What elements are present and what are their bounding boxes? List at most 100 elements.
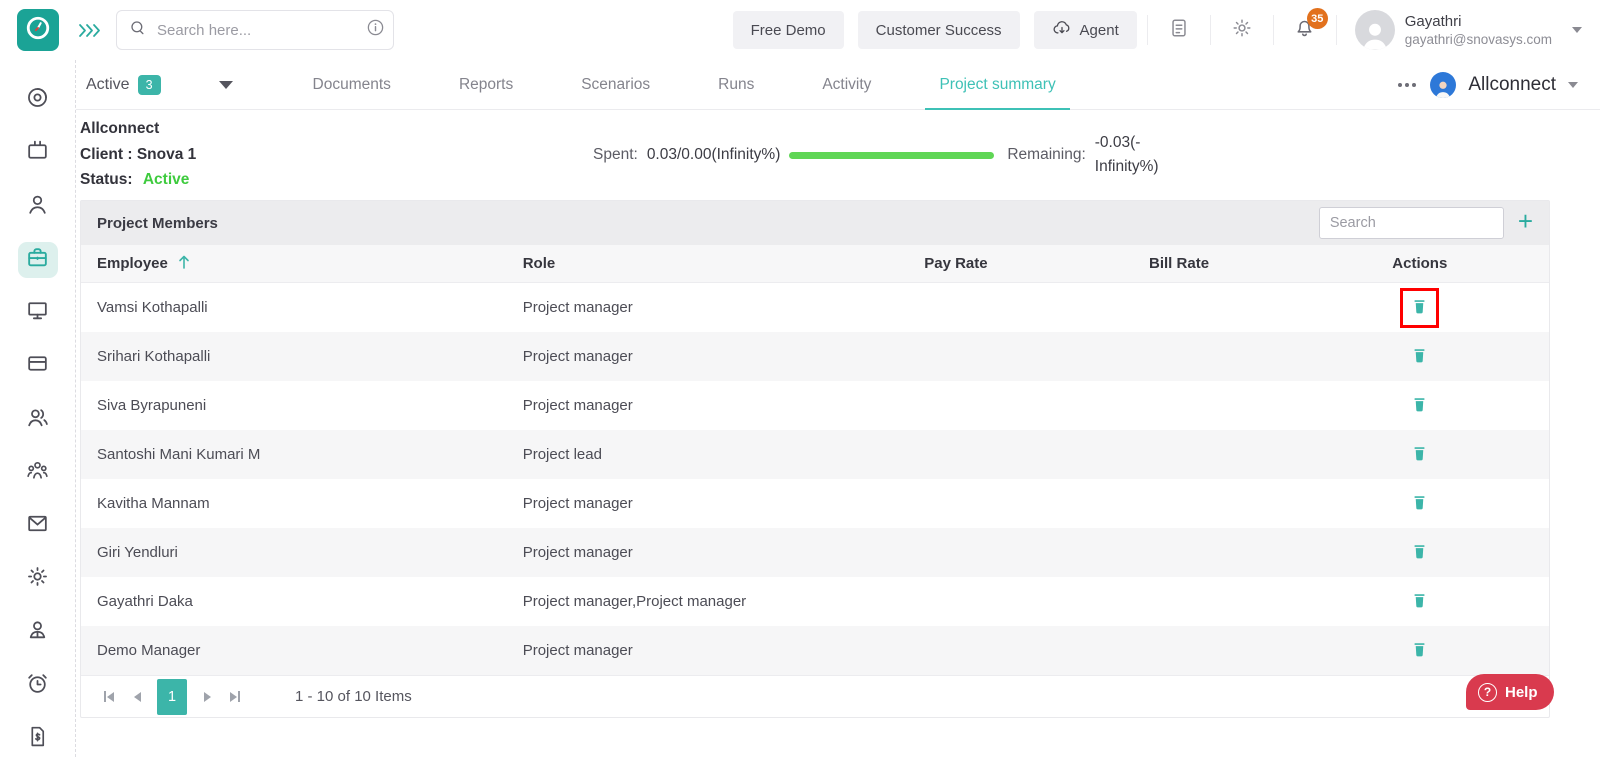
- members-table-header: Employee Role Pay Rate Bill Rate Actions: [81, 245, 1549, 283]
- next-page-icon: [204, 692, 211, 702]
- filter-label: Active: [86, 76, 130, 94]
- sidebar-item-billing[interactable]: [18, 348, 58, 384]
- notification-count-badge: 35: [1307, 8, 1328, 29]
- project-switcher-caret-icon: [1568, 82, 1578, 88]
- sidebar-item-settings[interactable]: [18, 561, 58, 597]
- settings-gear-icon: [25, 564, 50, 594]
- delete-member-button[interactable]: [1408, 392, 1431, 420]
- project-switcher[interactable]: Allconnect: [1468, 74, 1556, 96]
- more-options-icon[interactable]: [1396, 77, 1418, 93]
- user-menu[interactable]: Gayathri gayathri@snovasys.com: [1355, 10, 1582, 50]
- agent-label: Agent: [1080, 22, 1119, 39]
- monitor-icon: [25, 298, 50, 328]
- col-bill-rate: Bill Rate: [1067, 255, 1290, 272]
- table-row: Siva Byrapuneni Project manager: [81, 381, 1549, 430]
- sidebar-expand-icon[interactable]: [78, 23, 102, 38]
- sidebar-item-profile[interactable]: [18, 614, 58, 650]
- sort-ascending-icon[interactable]: [178, 255, 190, 273]
- help-button[interactable]: ? Help: [1466, 674, 1554, 710]
- sidebar-item-clients[interactable]: [18, 188, 58, 224]
- client-value: Snova 1: [137, 146, 196, 163]
- sidebar-item-invoices[interactable]: [18, 721, 58, 757]
- delete-member-button[interactable]: [1408, 294, 1431, 322]
- clock-logo-icon: [25, 15, 51, 46]
- members-table-body: Vamsi Kothapalli Project manager: [81, 283, 1549, 675]
- free-demo-button[interactable]: Free Demo: [733, 11, 844, 49]
- trash-icon: [1412, 592, 1427, 612]
- delete-member-button[interactable]: [1408, 343, 1431, 371]
- user-email: gayathri@snovasys.com: [1405, 32, 1552, 47]
- table-row: Santoshi Mani Kumari M Project lead: [81, 430, 1549, 479]
- cloud-download-icon: [1052, 19, 1072, 41]
- document-icon: [1168, 17, 1190, 44]
- global-search-input[interactable]: [157, 22, 356, 39]
- next-page-button[interactable]: [193, 681, 221, 713]
- active-projects-filter[interactable]: Active 3: [86, 75, 233, 95]
- page-number-button[interactable]: 1: [157, 679, 187, 715]
- sidebar-item-teams[interactable]: [18, 455, 58, 491]
- tab-project-summary[interactable]: Project summary: [905, 60, 1089, 109]
- tab-runs[interactable]: Runs: [684, 60, 788, 109]
- first-page-icon: [107, 692, 114, 702]
- notifications-button[interactable]: 35: [1284, 10, 1326, 50]
- help-label: Help: [1505, 684, 1538, 701]
- employee-role: Project manager,Project manager: [507, 593, 845, 610]
- tab-documents[interactable]: Documents: [279, 60, 425, 109]
- add-member-button[interactable]: +: [1518, 208, 1537, 238]
- employee-role: Project manager: [507, 495, 845, 512]
- employee-name: Siva Byrapuneni: [81, 397, 507, 414]
- previous-page-icon: [134, 692, 141, 702]
- first-page-button[interactable]: [95, 681, 123, 713]
- employee-name: Vamsi Kothapalli: [81, 299, 507, 316]
- col-employee: Employee: [97, 255, 168, 272]
- sidebar-item-projects[interactable]: [18, 242, 58, 278]
- global-search: [116, 10, 394, 50]
- trash-icon: [1412, 298, 1427, 318]
- sidebar-item-employees[interactable]: [18, 401, 58, 437]
- customer-success-button[interactable]: Customer Success: [858, 11, 1020, 49]
- delete-member-button[interactable]: [1408, 637, 1431, 665]
- credit-card-icon: [25, 351, 50, 381]
- tab-activity[interactable]: Activity: [788, 60, 905, 109]
- panel-title: Project Members: [97, 215, 218, 232]
- briefcase-icon: [25, 245, 50, 275]
- sidebar-item-time[interactable]: [18, 668, 58, 704]
- employee-name: Kavitha Mannam: [81, 495, 507, 512]
- agent-button[interactable]: Agent: [1034, 11, 1137, 49]
- last-page-button[interactable]: [221, 681, 249, 713]
- delete-member-button[interactable]: [1408, 490, 1431, 518]
- delete-member-button[interactable]: [1408, 441, 1431, 469]
- sidebar-item-workstation[interactable]: [18, 295, 58, 331]
- status-value: Active: [143, 171, 190, 188]
- app-page: Free Demo Customer Success Agent: [0, 0, 1600, 757]
- sidebar-item-mail[interactable]: [18, 508, 58, 544]
- project-avatar: [1430, 72, 1456, 98]
- members-search-input[interactable]: [1319, 207, 1504, 239]
- alarm-clock-icon: [25, 671, 50, 701]
- tab-reports[interactable]: Reports: [425, 60, 547, 109]
- app-logo[interactable]: [17, 9, 59, 51]
- left-sidebar: [0, 60, 76, 757]
- employee-role: Project lead: [507, 446, 845, 463]
- notes-button[interactable]: [1158, 10, 1200, 50]
- sidebar-item-screens[interactable]: [18, 135, 58, 171]
- pagination-bar: 1 1 - 10 of 10 Items: [81, 675, 1549, 717]
- search-info-icon[interactable]: [366, 18, 385, 42]
- employee-name: Demo Manager: [81, 642, 507, 659]
- employee-role: Project manager: [507, 642, 845, 659]
- status-label: Status:: [80, 171, 133, 188]
- settings-button[interactable]: [1221, 10, 1263, 50]
- spent-label: Spent:: [593, 146, 638, 164]
- tab-scenarios[interactable]: Scenarios: [547, 60, 684, 109]
- delete-member-button[interactable]: [1408, 539, 1431, 567]
- sidebar-item-dashboard[interactable]: [18, 82, 58, 118]
- previous-page-button[interactable]: [123, 681, 151, 713]
- trash-icon: [1412, 347, 1427, 367]
- trash-icon: [1412, 641, 1427, 661]
- table-row: Giri Yendluri Project manager: [81, 528, 1549, 577]
- user-name: Gayathri: [1405, 13, 1552, 32]
- project-members-panel: Project Members + Employee Role Pay Rate…: [80, 200, 1550, 718]
- employee-name: Srihari Kothapalli: [81, 348, 507, 365]
- project-members-header: Project Members +: [81, 201, 1549, 245]
- delete-member-button[interactable]: [1408, 588, 1431, 616]
